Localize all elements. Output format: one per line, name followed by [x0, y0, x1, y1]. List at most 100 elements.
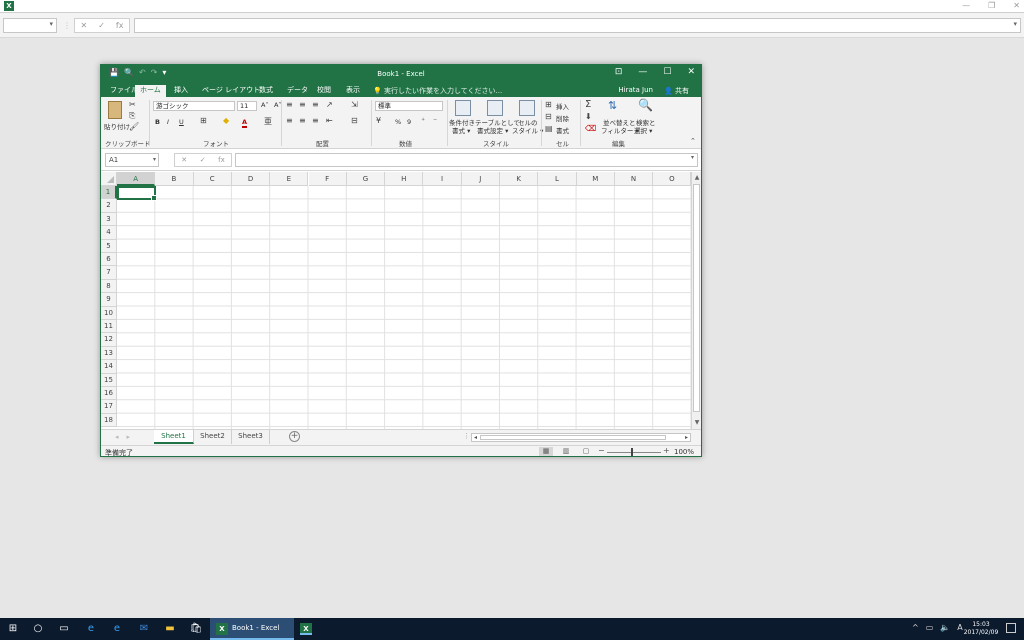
fill-icon[interactable]: ⬇ [585, 112, 592, 121]
normal-view-icon[interactable]: ▦ [539, 447, 553, 456]
outer-name-box[interactable]: ▾ [3, 18, 57, 33]
grow-font-button[interactable]: A˄ [261, 101, 269, 109]
user-name[interactable]: Hirata Jun [618, 86, 653, 94]
wrap-text-icon[interactable]: ⇲ [351, 100, 358, 109]
fx-icon[interactable]: fx [116, 21, 124, 30]
volume-icon[interactable]: 🔈 [940, 623, 950, 632]
orientation-icon[interactable]: ↗ [326, 100, 333, 109]
format-painter-icon[interactable]: 🖌 [129, 122, 139, 131]
tab-view[interactable]: 表示 [341, 85, 365, 97]
tab-data[interactable]: データ [282, 85, 313, 97]
find-select-icon[interactable]: 🔍 [638, 98, 653, 112]
page-break-view-icon[interactable]: ▢ [579, 447, 593, 456]
enter-icon[interactable]: ✓ [98, 21, 105, 30]
file-explorer-icon[interactable]: ▬ [163, 622, 177, 636]
format-cells-button[interactable]: 書式 [556, 125, 569, 135]
copy-icon[interactable]: ⎘ [129, 111, 135, 121]
notification-icon[interactable] [1006, 623, 1016, 633]
zoom-level[interactable]: 100% [674, 448, 694, 456]
comma-button[interactable]: 9 [407, 118, 411, 126]
column-header-g[interactable]: G [346, 172, 386, 186]
font-color-button[interactable]: A [242, 118, 248, 128]
row-header-10[interactable]: 10 [101, 306, 117, 320]
align-left-icon[interactable]: ≡ [286, 116, 293, 125]
row-header-14[interactable]: 14 [101, 360, 117, 374]
increase-decimal-icon[interactable]: ⁺ [421, 116, 425, 125]
paste-icon[interactable] [108, 101, 122, 119]
column-header-l[interactable]: L [538, 172, 577, 186]
format-as-table-icon[interactable] [487, 100, 503, 116]
outlook-icon[interactable]: ✉ [137, 622, 151, 636]
font-name-select[interactable]: 游ゴシック [153, 101, 235, 111]
column-header-b[interactable]: B [155, 172, 194, 186]
scroll-left-icon[interactable]: ◂ [474, 434, 477, 441]
zoom-slider-knob[interactable] [631, 448, 633, 456]
sheet-tab-sheet2[interactable]: Sheet2 [194, 430, 232, 444]
sheet-tab-sheet1[interactable]: Sheet1 [154, 430, 194, 444]
minimize-icon[interactable]: — [962, 0, 970, 12]
close-icon[interactable]: ✕ [1013, 0, 1020, 12]
column-header-f[interactable]: F [308, 172, 347, 186]
chevron-down-icon[interactable]: ▾ [49, 20, 53, 28]
format-as-table-label-2[interactable]: 書式設定 ▾ [477, 125, 508, 135]
percent-button[interactable]: % [395, 118, 401, 126]
row-header-9[interactable]: 9 [101, 293, 117, 307]
column-header-k[interactable]: K [500, 172, 539, 186]
zoom-slider[interactable] [607, 452, 661, 453]
cancel-icon[interactable]: ✕ [81, 21, 88, 30]
cell-area[interactable] [117, 186, 691, 429]
fx-icon[interactable]: fx [218, 156, 225, 164]
decrease-decimal-icon[interactable]: ⁻ [433, 116, 437, 125]
column-header-e[interactable]: E [270, 172, 309, 186]
insert-cells-button[interactable]: 挿入 [556, 101, 569, 111]
tab-insert[interactable]: 挿入 [169, 85, 193, 97]
align-middle-icon[interactable]: ≡ [299, 100, 306, 109]
fill-color-icon[interactable]: ◆ [223, 116, 229, 125]
close-icon[interactable]: ✕ [687, 67, 695, 77]
tab-formulas[interactable]: 数式 [254, 85, 278, 97]
column-header-o[interactable]: O [653, 172, 691, 186]
chevron-down-icon[interactable]: ▾ [691, 154, 694, 161]
scroll-down-icon[interactable]: ▼ [693, 419, 701, 427]
italic-button[interactable]: I [167, 118, 169, 126]
network-icon[interactable]: ▭ [926, 623, 934, 632]
horizontal-scroll-thumb[interactable] [480, 435, 666, 440]
autosum-icon[interactable]: Σ [585, 99, 591, 110]
conditional-format-icon[interactable] [455, 100, 471, 116]
row-header-6[interactable]: 6 [101, 253, 117, 267]
sheet-tab-sheet3[interactable]: Sheet3 [232, 430, 270, 444]
formula-input[interactable]: ▾ [235, 153, 698, 167]
zoom-in-icon[interactable]: + [663, 446, 670, 455]
format-cells-icon[interactable]: ▤ [545, 124, 553, 133]
phonetic-icon[interactable]: 亜 [264, 116, 272, 127]
internet-explorer-icon[interactable]: e [110, 622, 124, 636]
paste-button[interactable]: 貼り付け [104, 121, 130, 131]
column-header-m[interactable]: M [576, 172, 615, 186]
row-header-12[interactable]: 12 [101, 333, 117, 347]
outer-formula-input[interactable]: ▾ [134, 18, 1021, 33]
taskbar-excel-app[interactable]: X Book1 - Excel [210, 618, 294, 640]
scroll-right-icon[interactable]: ▸ [685, 434, 688, 441]
delete-cells-button[interactable]: 削除 [556, 113, 569, 123]
row-header-4[interactable]: 4 [101, 226, 117, 240]
cancel-icon[interactable]: ✕ [181, 156, 187, 164]
row-header-16[interactable]: 16 [101, 387, 117, 401]
column-header-a[interactable]: A [117, 172, 156, 186]
add-sheet-button[interactable]: + [289, 431, 300, 442]
excel-icon[interactable]: X [300, 623, 312, 635]
cut-icon[interactable]: ✂ [129, 100, 136, 109]
column-header-h[interactable]: H [385, 172, 424, 186]
row-header-8[interactable]: 8 [101, 279, 117, 294]
ime-indicator[interactable]: A [957, 623, 962, 632]
tell-me-search[interactable]: 💡 実行したい作業を入力してください... [373, 86, 502, 96]
font-size-select[interactable]: 11 [237, 101, 257, 111]
insert-cells-icon[interactable]: ⊞ [545, 100, 552, 109]
row-header-17[interactable]: 17 [101, 400, 117, 414]
column-header-d[interactable]: D [231, 172, 271, 186]
delete-cells-icon[interactable]: ⊟ [545, 112, 552, 121]
align-center-icon[interactable]: ≡ [299, 116, 306, 125]
column-header-c[interactable]: C [193, 172, 232, 186]
share-button[interactable]: 👤 共有 [664, 86, 689, 96]
row-header-2[interactable]: 2 [101, 199, 117, 213]
number-format-select[interactable]: 標準 [375, 101, 443, 111]
